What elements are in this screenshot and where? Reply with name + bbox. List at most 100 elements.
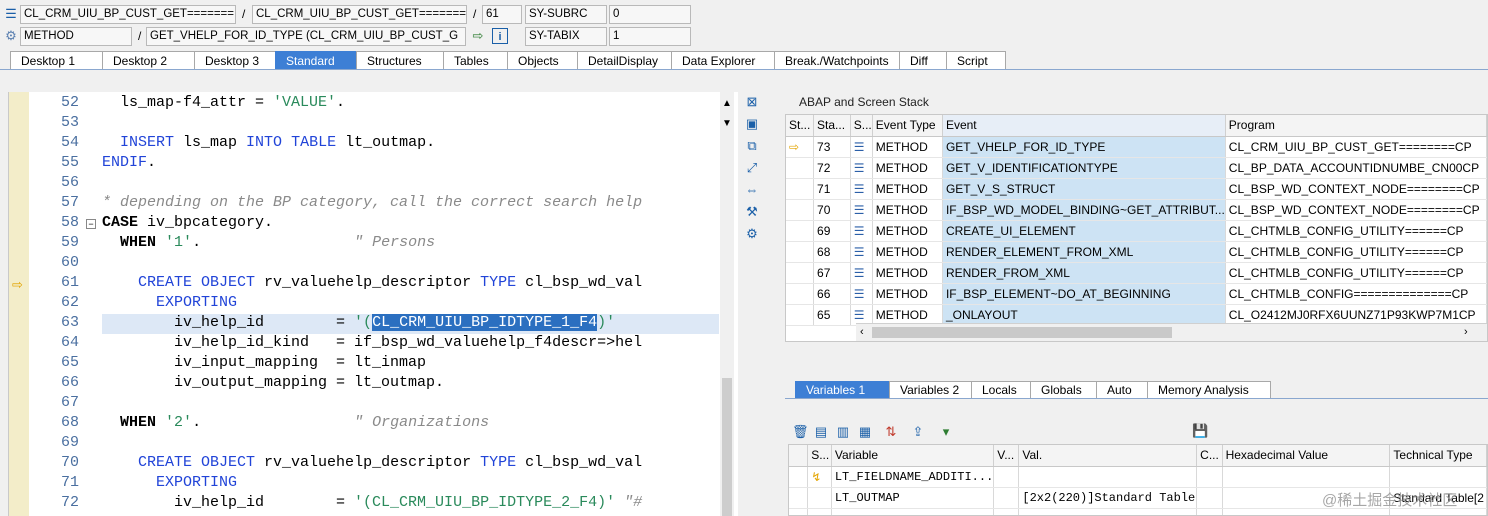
fold-toggle[interactable]: − — [86, 219, 96, 229]
breakpoint-gutter[interactable] — [9, 92, 29, 516]
scroll-up-icon[interactable]: ▲ — [722, 98, 732, 109]
tab-script[interactable]: Script — [946, 51, 1006, 70]
code-line: EXPORTING — [156, 474, 238, 491]
col-header[interactable]: C... — [1196, 445, 1223, 467]
tab-standard[interactable]: Standard — [275, 51, 357, 70]
stack-grid[interactable]: St... Sta... S... Event Type Event Progr… — [785, 114, 1488, 342]
event-name[interactable]: GET_V_S_STRUCT — [942, 178, 1226, 200]
event-name[interactable]: IF_BSP_WD_MODEL_BINDING~GET_ATTRIBUT... — [942, 199, 1226, 221]
scroll-left-icon[interactable]: ‹ — [860, 326, 864, 338]
tab-breakpoints[interactable]: Break./Watchpoints — [774, 51, 900, 70]
tab-detaildisplay[interactable]: DetailDisplay — [577, 51, 672, 70]
stack-hscroll[interactable]: ‹ › — [856, 323, 1487, 341]
scroll-thumb[interactable] — [872, 327, 1172, 338]
tab-locals[interactable]: Locals — [971, 381, 1031, 399]
variable-name[interactable]: LT_FIELDNAME_ADDITI... — [831, 466, 995, 488]
services-icon[interactable]: ⚒ — [744, 204, 760, 220]
stack-row[interactable]: ⇨ 73 ☰ METHOD GET_VHELP_FOR_ID_TYPE CL_CRM_UI… — [786, 136, 1487, 158]
export-icon[interactable]: ⇪ — [910, 424, 926, 440]
stack-row[interactable]: 70 ☰ METHOD IF_BSP_WD_MODEL_BINDING~GET_ATT… — [786, 199, 1487, 221]
save-icon[interactable]: 💾 — [1192, 423, 1208, 439]
variable-value[interactable] — [1018, 466, 1198, 488]
info-icon[interactable]: i — [492, 28, 508, 44]
stack-row[interactable]: 68 ☰ METHOD RENDER_ELEMENT_FROM_XML CL_CHTML… — [786, 241, 1487, 263]
col-header[interactable]: Hexadecimal Value — [1222, 445, 1391, 467]
col-header[interactable]: Event — [942, 115, 1226, 137]
event-name-field[interactable]: GET_VHELP_FOR_ID_TYPE (CL_CRM_UIU_BP_CUS… — [146, 27, 466, 46]
sort-icon[interactable]: ⇅ — [883, 424, 899, 440]
stack-row[interactable]: 71 ☰ METHOD GET_V_S_STRUCT CL_BSP_WD_CONTEXT… — [786, 178, 1487, 200]
event-name[interactable]: IF_BSP_ELEMENT~DO_AT_BEGINNING — [942, 283, 1226, 305]
tab-tables[interactable]: Tables — [443, 51, 508, 70]
stack-row[interactable]: 72 ☰ METHOD GET_V_IDENTIFICATIONTYPE CL_BP_D… — [786, 157, 1487, 179]
tab-memory-analysis[interactable]: Memory Analysis — [1147, 381, 1271, 399]
tab-diff[interactable]: Diff — [899, 51, 947, 70]
scroll-thumb[interactable] — [722, 378, 732, 516]
event-name[interactable]: GET_VHELP_FOR_ID_TYPE — [942, 136, 1226, 158]
event-name[interactable]: RENDER_ELEMENT_FROM_XML — [942, 241, 1226, 263]
col-header[interactable]: Event Type — [872, 115, 943, 137]
col-header[interactable]: Sta... — [813, 115, 851, 137]
code-line: EXPORTING — [156, 294, 238, 311]
tab-auto[interactable]: Auto — [1096, 381, 1148, 399]
line-number: 53 — [60, 114, 79, 131]
event-name[interactable]: RENDER_FROM_XML — [942, 262, 1226, 284]
tab-variables-2[interactable]: Variables 2 — [889, 381, 972, 399]
event-name[interactable]: CREATE_UI_ELEMENT — [942, 220, 1226, 242]
tab-desktop-1[interactable]: Desktop 1 — [10, 51, 103, 70]
line-number: 58 — [60, 214, 79, 231]
event-type: METHOD — [872, 262, 943, 284]
delete-icon[interactable]: 🗑 — [792, 424, 809, 440]
variable-value[interactable]: [2x2(220)]Standard Table — [1018, 487, 1198, 509]
scroll-right-icon[interactable]: › — [1464, 326, 1468, 338]
stack-row[interactable]: 66 ☰ METHOD IF_BSP_ELEMENT~DO_AT_BEGINNING C… — [786, 283, 1487, 305]
tab-globals[interactable]: Globals — [1030, 381, 1097, 399]
col-header[interactable]: S... — [850, 115, 873, 137]
event-name[interactable]: _ONLAYOUT — [942, 304, 1226, 326]
new-tool-icon[interactable]: ▣ — [744, 116, 760, 132]
line-number: 57 — [60, 194, 79, 211]
stack-row[interactable]: 67 ☰ METHOD RENDER_FROM_XML CL_CHTMLB_CONFIG… — [786, 262, 1487, 284]
line-field[interactable]: 61 — [482, 5, 522, 24]
line-number: 68 — [60, 414, 79, 431]
program-field[interactable]: CL_CRM_UIU_BP_CUST_GET======= — [20, 5, 236, 24]
col-header[interactable]: Technical Type — [1389, 445, 1487, 467]
col-header[interactable]: Program — [1225, 115, 1487, 137]
scroll-down-icon[interactable]: ▼ — [722, 118, 732, 129]
close-icon[interactable]: ⊠ — [744, 94, 760, 110]
code-line: WHEN '2'. " Organizations — [120, 414, 490, 431]
tab-objects[interactable]: Objects — [507, 51, 578, 70]
code-line: iv_output_mapping = lt_outmap. — [102, 374, 445, 391]
sysval-field-1: 0 — [609, 5, 691, 24]
tab-data-explorer[interactable]: Data Explorer — [671, 51, 775, 70]
col-header[interactable]: St... — [786, 115, 815, 137]
stack-row[interactable]: 65 ☰ METHOD _ONLAYOUT CL_O2412MJ0RFX6UUNZ71P… — [786, 304, 1487, 326]
event-name[interactable]: GET_V_IDENTIFICATIONTYPE — [942, 157, 1226, 179]
code-line: iv_help_id_kind = if_bsp_wd_valuehelp_f4… — [102, 334, 643, 351]
col-header[interactable]: Variable — [831, 445, 995, 467]
col-header[interactable]: V... — [993, 445, 1020, 467]
maximize-icon[interactable]: ⤢ — [744, 160, 760, 176]
tab-desktop-3[interactable]: Desktop 3 — [194, 51, 276, 70]
tab-desktop-2[interactable]: Desktop 2 — [102, 51, 195, 70]
tab-structures[interactable]: Structures — [356, 51, 444, 70]
filter-icon[interactable]: ▾ — [938, 424, 954, 440]
navigate-icon[interactable]: ⇨ — [470, 28, 486, 44]
program-list-icon[interactable]: ☰ — [3, 6, 19, 22]
col-header[interactable]: S... — [807, 445, 832, 467]
replace-tool-icon[interactable]: ⧉ — [744, 138, 760, 154]
event-type: METHOD — [872, 283, 943, 305]
swap-icon[interactable]: ⇔ — [744, 182, 760, 198]
tab-variables-1[interactable]: Variables 1 — [795, 381, 890, 399]
col-header[interactable]: Val. — [1018, 445, 1198, 467]
insert-row-icon[interactable]: ▤ — [813, 424, 829, 440]
code-editor[interactable]: ⇨ 52 53 54 55 56 57 58 59 60 61 62 63 64… — [8, 92, 738, 516]
variable-name[interactable]: LT_OUTMAP — [831, 487, 995, 509]
include-field[interactable]: CL_CRM_UIU_BP_CUST_GET======= — [252, 5, 467, 24]
stack-row[interactable]: 69 ☰ METHOD CREATE_UI_ELEMENT CL_CHTMLB_CONF… — [786, 220, 1487, 242]
append-row-icon[interactable]: ▥ — [835, 424, 851, 440]
method-icon: ☰ — [850, 157, 873, 179]
remove-row-icon[interactable]: ▦ — [857, 424, 873, 440]
variable-row[interactable]: ↯ LT_FIELDNAME_ADDITI... — [789, 466, 1487, 488]
settings-icon[interactable]: ⚙ — [744, 226, 760, 242]
